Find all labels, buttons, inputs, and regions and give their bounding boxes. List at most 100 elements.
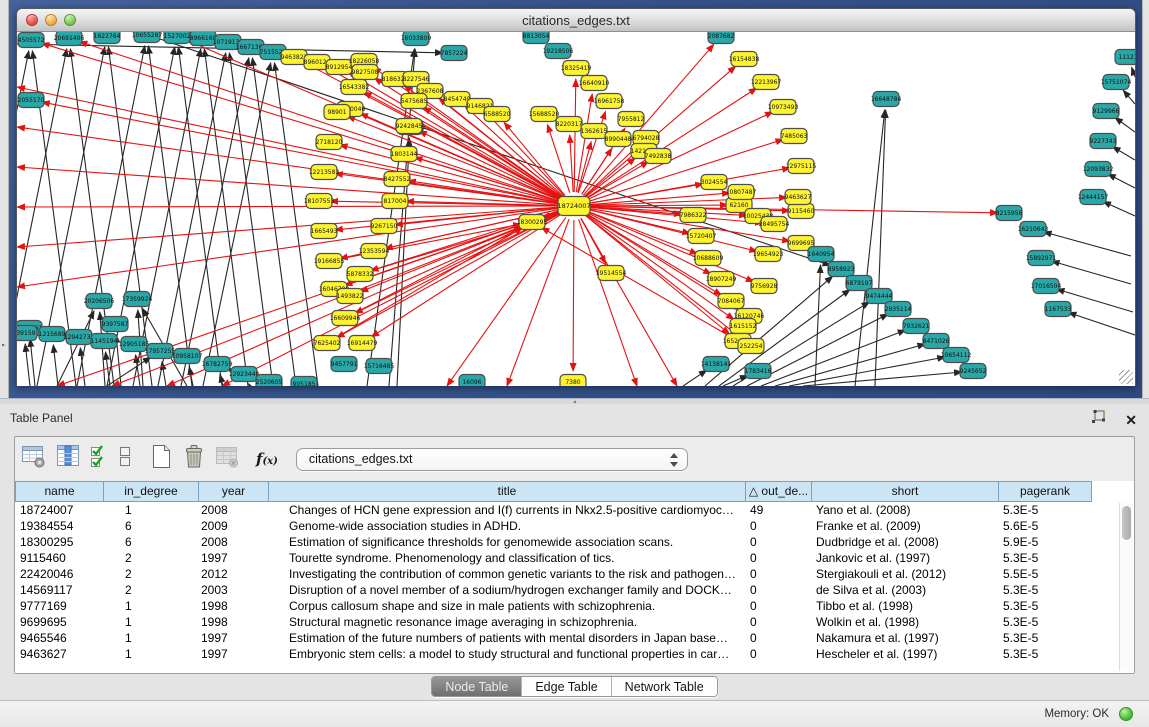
network-canvas[interactable]: 4505572206914061622764106552871527002896… bbox=[17, 32, 1135, 386]
graph-node[interactable]: 7932621 bbox=[903, 319, 930, 334]
graph-node[interactable]: 19166855 bbox=[314, 254, 345, 269]
graph-node[interactable]: 11123 bbox=[1115, 50, 1135, 65]
close-panel-icon[interactable]: ✕ bbox=[1125, 412, 1137, 428]
graph-node[interactable]: 16033809 bbox=[401, 32, 432, 46]
graph-node[interactable]: 1527002 bbox=[164, 32, 191, 44]
graph-node[interactable]: 10807487 bbox=[726, 185, 757, 200]
graph-node[interactable]: 16640910 bbox=[579, 76, 610, 91]
graph-node[interactable]: 8215956 bbox=[996, 206, 1023, 221]
table-row[interactable]: 2242004622012Investigating the contribut… bbox=[15, 566, 1134, 582]
graph-node[interactable]: 15892971 bbox=[1026, 251, 1057, 266]
tab-edge-table[interactable]: Edge Table bbox=[522, 677, 611, 696]
expand-panel-arrow-icon[interactable]: ‣ bbox=[1, 341, 6, 350]
graph-node[interactable]: 9129966 bbox=[1093, 104, 1120, 119]
graph-node[interactable]: 9245652 bbox=[960, 364, 987, 379]
resize-grip-icon[interactable] bbox=[1119, 370, 1133, 384]
graph-node[interactable]: 9115460 bbox=[788, 204, 815, 219]
graph-node[interactable]: 7485063 bbox=[781, 129, 808, 144]
new-document-icon[interactable] bbox=[149, 443, 174, 475]
graph-node[interactable]: 14138141 bbox=[701, 357, 732, 372]
graph-node[interactable]: 12353594 bbox=[359, 244, 390, 259]
table-row[interactable]: 977716911998Corpus callosum shape and si… bbox=[15, 598, 1134, 614]
graph-node[interactable]: 2055170 bbox=[18, 93, 45, 108]
close-window-button[interactable] bbox=[26, 14, 38, 26]
graph-node[interactable]: 8958923 bbox=[828, 262, 855, 277]
graph-node[interactable]: 12213967 bbox=[751, 75, 782, 90]
graph-node[interactable]: 16210643 bbox=[1018, 222, 1049, 237]
graph-node[interactable]: 1783416 bbox=[745, 364, 772, 379]
graph-node[interactable]: 1803144 bbox=[391, 147, 418, 162]
graph-node[interactable]: 10688609 bbox=[693, 251, 724, 266]
graph-node[interactable]: 9827508 bbox=[352, 65, 379, 80]
graph-node[interactable]: 7380 bbox=[560, 375, 586, 387]
column-header-in[interactable]: in_degree bbox=[104, 481, 199, 502]
graph-node[interactable]: 2935114 bbox=[885, 302, 912, 317]
graph-node[interactable]: 15720407 bbox=[686, 229, 717, 244]
graph-node[interactable]: 20206506 bbox=[84, 294, 115, 309]
graph-node[interactable]: 16648784 bbox=[871, 92, 902, 107]
network-graph[interactable]: 4505572206914061622764106552871527002896… bbox=[17, 32, 1135, 386]
graph-node[interactable]: 5475685 bbox=[401, 94, 428, 109]
graph-node[interactable]: 7986322 bbox=[680, 208, 707, 223]
graph-node[interactable]: 10655287 bbox=[132, 32, 163, 43]
function-builder-icon[interactable]: f(x) bbox=[256, 450, 278, 468]
graph-node[interactable]: 6879197 bbox=[846, 276, 873, 291]
graph-node[interactable]: 18107553 bbox=[304, 194, 335, 209]
table-settings-icon[interactable] bbox=[21, 443, 48, 475]
graph-node[interactable]: 7625402 bbox=[314, 336, 341, 351]
graph-node[interactable]: 19654923 bbox=[753, 247, 784, 262]
table-row[interactable]: 969969511998Structural magnetic resonanc… bbox=[15, 614, 1134, 630]
graph-node[interactable]: 15751074 bbox=[1101, 75, 1132, 90]
graph-node[interactable]: 939159 bbox=[17, 326, 37, 341]
graph-node[interactable]: 16543382 bbox=[339, 80, 370, 95]
graph-node[interactable]: 18907249 bbox=[706, 272, 737, 287]
table-row[interactable]: 946554611997Estimation of the future num… bbox=[15, 630, 1134, 646]
table-row[interactable]: 946362711997Embryonic stem cells: a mode… bbox=[15, 646, 1134, 662]
column-header-pr[interactable]: pagerank bbox=[999, 481, 1092, 502]
graph-node[interactable]: 9756928 bbox=[751, 279, 778, 294]
graph-node[interactable]: 7955812 bbox=[618, 112, 645, 127]
graph-node[interactable]: 17016504 bbox=[1031, 279, 1062, 294]
graph-node[interactable]: 7857224 bbox=[441, 46, 468, 61]
graph-node[interactable]: 20691406 bbox=[54, 32, 85, 46]
graph-node[interactable]: 12093832 bbox=[1083, 162, 1114, 177]
graph-node[interactable]: 1167533 bbox=[1045, 302, 1072, 317]
tab-node-table[interactable]: Node Table bbox=[432, 677, 522, 696]
graph-node[interactable]: 252254 bbox=[738, 339, 764, 354]
graph-node[interactable]: 15688520 bbox=[529, 107, 560, 122]
graph-node[interactable]: 16096 bbox=[459, 375, 485, 387]
control-panel-collapsed-strip[interactable]: ‣ bbox=[0, 0, 9, 398]
graph-node[interactable]: 905185 bbox=[291, 377, 317, 387]
graph-node[interactable]: 10654112 bbox=[941, 348, 972, 363]
float-panel-icon[interactable] bbox=[1090, 409, 1106, 430]
graph-node[interactable]: 7084067 bbox=[718, 294, 745, 309]
table-row[interactable]: 1830029562008Estimation of significance … bbox=[15, 534, 1134, 550]
graph-node[interactable]: 16914479 bbox=[347, 336, 378, 351]
graph-node[interactable]: 16961758 bbox=[594, 94, 625, 109]
graph-node[interactable]: 5878332 bbox=[347, 267, 374, 282]
column-header-name[interactable]: name bbox=[15, 481, 104, 502]
graph-node[interactable]: 9457791 bbox=[331, 357, 358, 372]
graph-node[interactable]: 1145194 bbox=[91, 334, 118, 349]
delete-trash-icon[interactable] bbox=[181, 443, 207, 475]
graph-node[interactable]: 7492838 bbox=[645, 149, 672, 164]
graph-node[interactable]: 2718120 bbox=[316, 135, 343, 150]
graph-node[interactable]: 10958107 bbox=[172, 349, 203, 364]
graph-node[interactable]: 28495754 bbox=[759, 217, 790, 232]
graph-node[interactable]: 98901 bbox=[324, 105, 350, 120]
table-row[interactable]: 911546021997Tourette syndrome. Phenomeno… bbox=[15, 550, 1134, 566]
table-selector-dropdown[interactable]: citations_edges.txt bbox=[296, 448, 688, 471]
graph-node[interactable]: 817004 bbox=[382, 194, 408, 209]
graph-node[interactable]: 9267150 bbox=[371, 219, 398, 234]
graph-node[interactable]: 1493822 bbox=[337, 289, 364, 304]
table-row[interactable]: 1938455462009Genome-wide association stu… bbox=[15, 518, 1134, 534]
graph-node[interactable]: 16154838 bbox=[729, 52, 760, 67]
show-column-icon[interactable] bbox=[55, 443, 82, 475]
graph-node[interactable]: 4505572 bbox=[18, 33, 45, 48]
graph-node[interactable]: 8471026 bbox=[923, 334, 950, 349]
graph-node[interactable]: 19218506 bbox=[543, 44, 574, 59]
column-header-title[interactable]: title bbox=[269, 481, 746, 502]
graph-node[interactable]: 17359924 bbox=[122, 292, 153, 307]
results-panel-collapsed-strip[interactable] bbox=[1142, 0, 1149, 398]
select-all-checks-icon[interactable] bbox=[89, 443, 111, 475]
